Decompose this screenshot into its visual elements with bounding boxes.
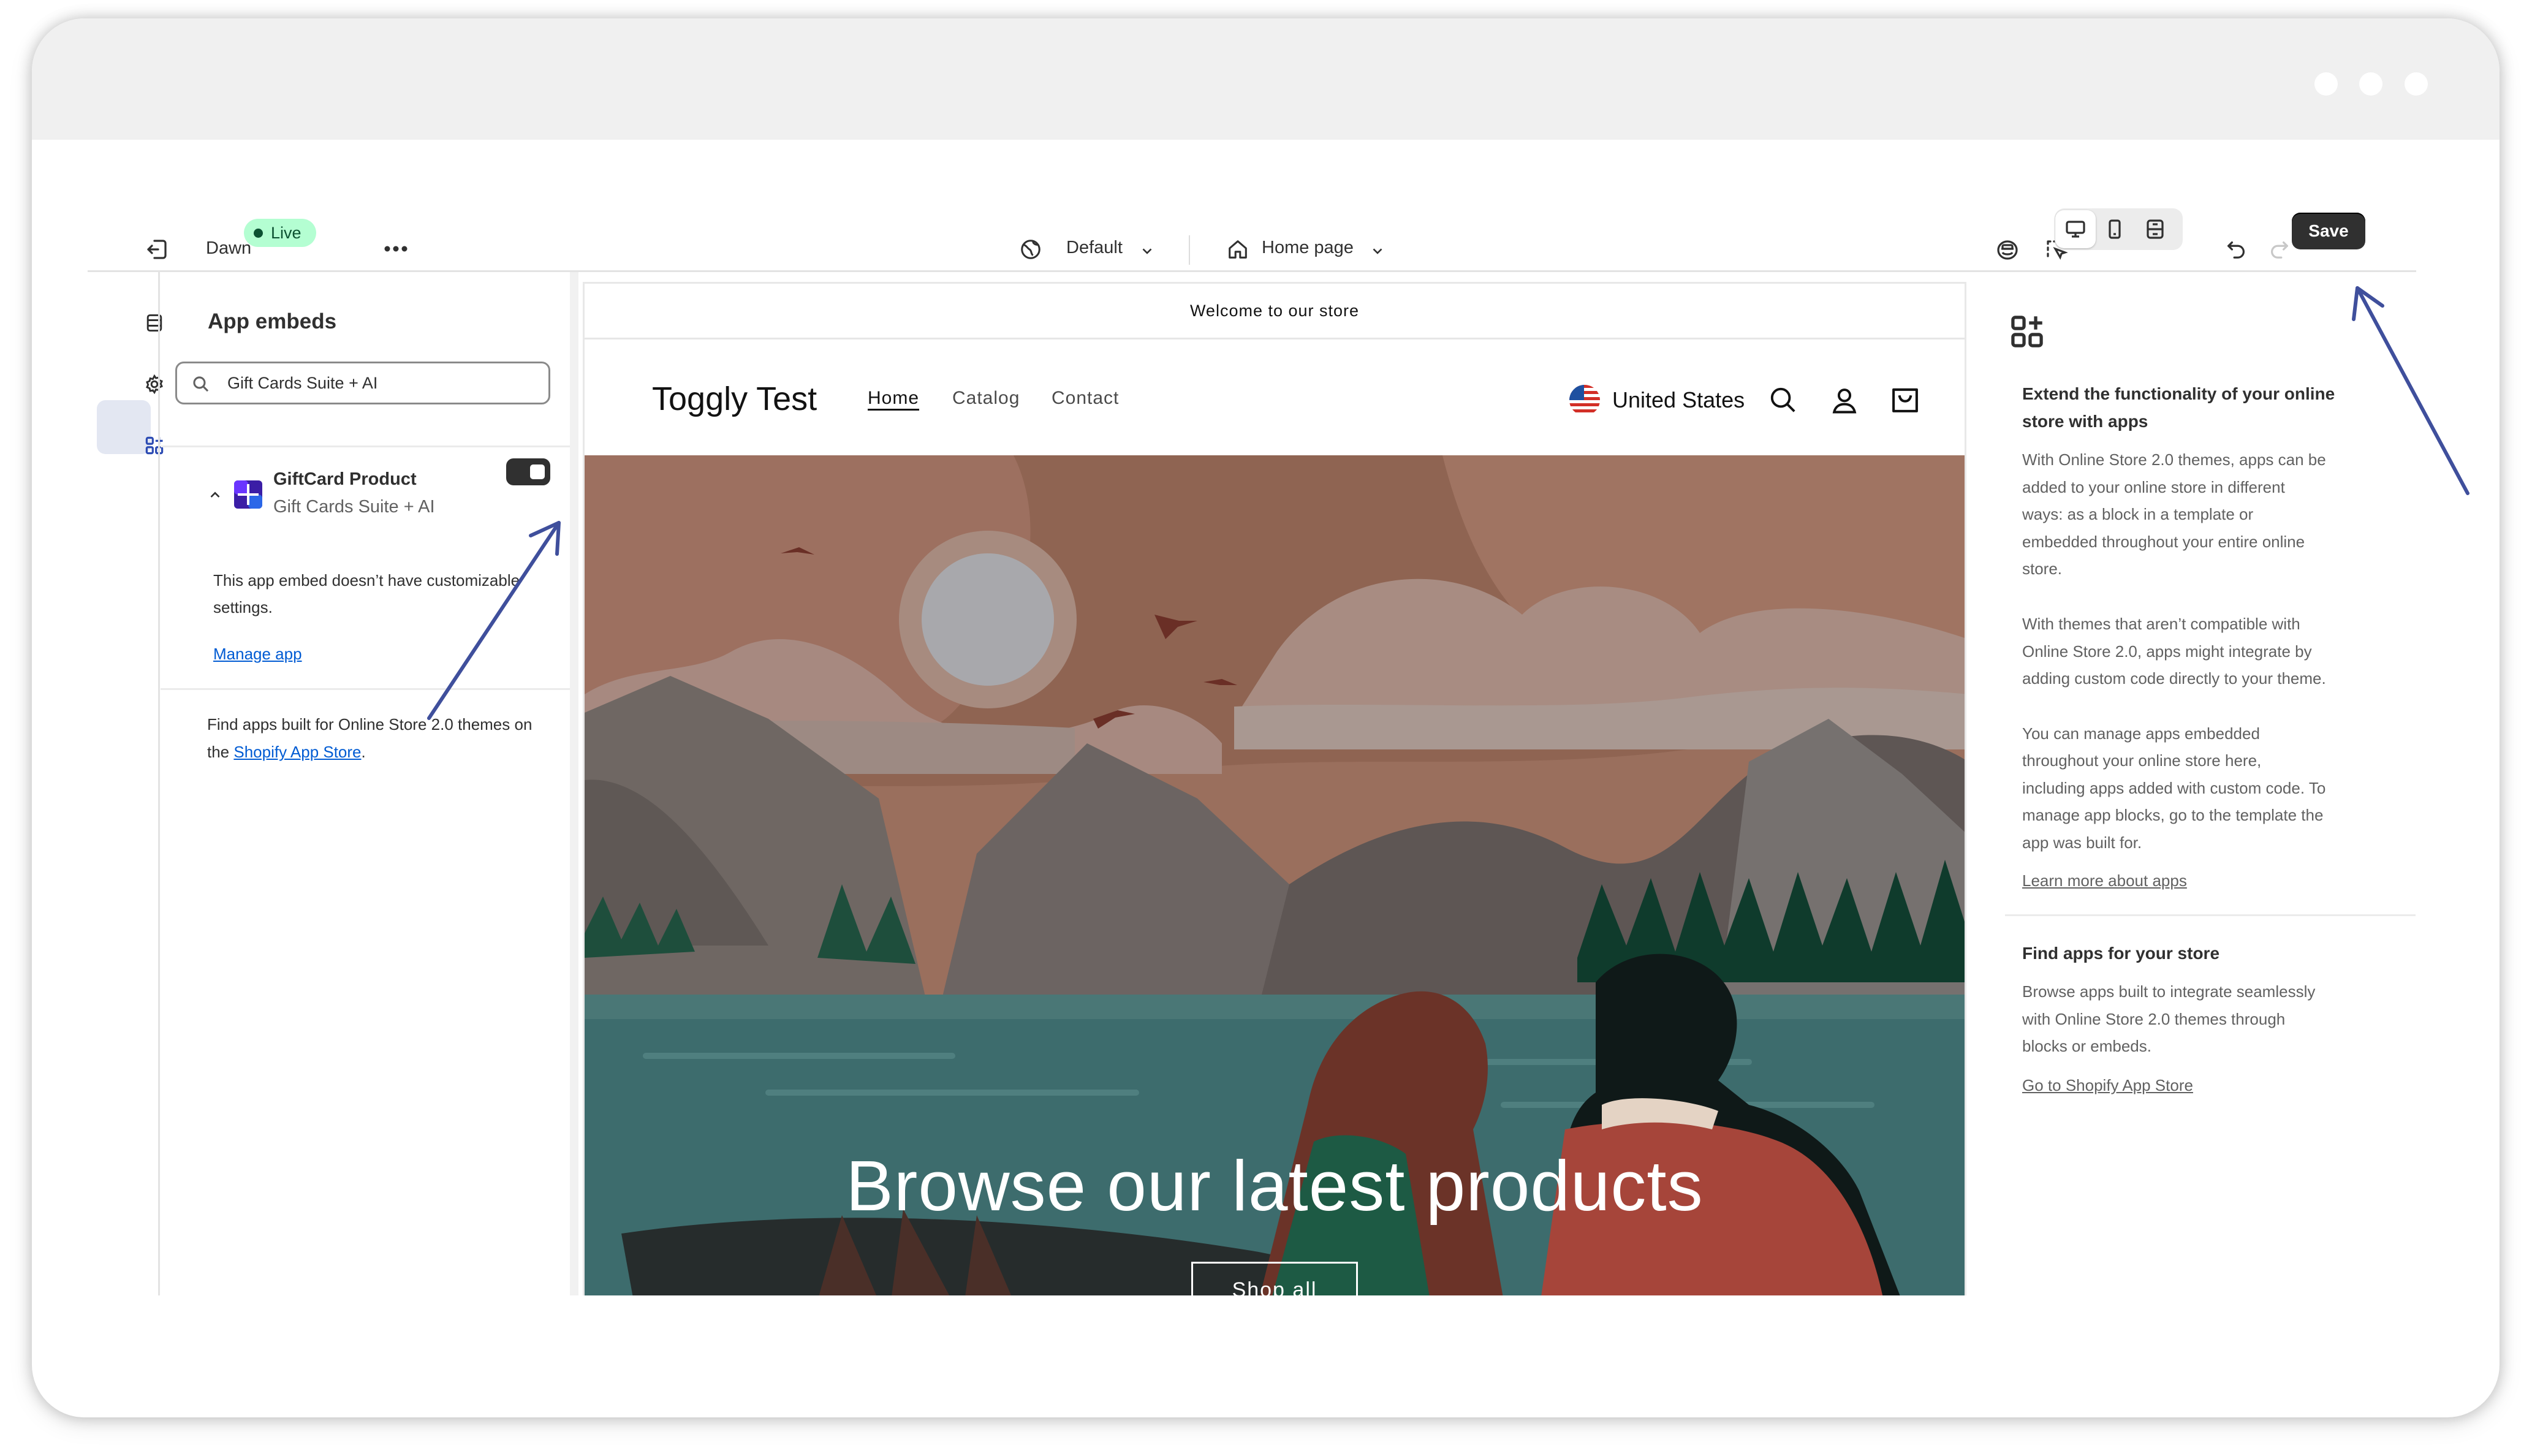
mobile-view-icon[interactable]	[2102, 217, 2127, 241]
cart-icon[interactable]	[1889, 383, 1922, 416]
toggle-knob	[530, 464, 545, 479]
collapse-chevron-icon[interactable]	[207, 487, 223, 502]
app-note-line2: settings.	[213, 598, 273, 616]
template-selector[interactable]: Home page	[1226, 237, 1398, 264]
manage-app-link[interactable]: Manage app	[213, 640, 302, 667]
app-vendor: Gift Cards Suite + AI	[273, 497, 435, 517]
para3-line4: manage app blocks, go to the template th…	[2022, 806, 2324, 824]
topbar-divider-line	[88, 270, 2416, 272]
extend-title-line1: Extend the functionality of your online	[2022, 384, 2335, 403]
para1-line4: embedded throughout your entire online	[2022, 533, 2305, 551]
chevron-down-icon	[1142, 248, 1152, 254]
template-label: Home page	[1262, 238, 1354, 257]
para2-line3: adding custom code directly to your them…	[2022, 669, 2326, 688]
para4-line1: Browse apps built to integrate seamlessl…	[2022, 982, 2316, 1001]
nav-link-home[interactable]: Home	[868, 388, 919, 409]
announcement-bar: Welcome to our store	[585, 284, 1965, 339]
save-button[interactable]: Save	[2292, 213, 2365, 249]
para3-line3: including apps added with custom code. T…	[2022, 779, 2326, 797]
para1-line3: ways: as a block in a template or	[2022, 505, 2254, 523]
shopify-app-store-link[interactable]: Shopify App Store	[233, 743, 361, 761]
find-apps-text-line2: the Shopify App Store.	[207, 738, 366, 765]
find-apps-text: Find apps built for Online Store 2.0 the…	[207, 715, 533, 734]
giftcard-app-logo-icon	[234, 480, 262, 509]
window-dot[interactable]	[2405, 72, 2428, 96]
right-panel-divider	[2005, 914, 2416, 916]
theme-app-icon[interactable]	[1995, 238, 2020, 262]
find-apps-suffix: .	[361, 743, 366, 761]
window-title-bar	[32, 18, 2500, 140]
exit-icon[interactable]	[145, 237, 169, 262]
country-selector[interactable]: United States	[1612, 387, 1745, 413]
redo-icon[interactable]	[2267, 238, 2291, 261]
ellipsis-icon	[384, 246, 407, 252]
undo-icon[interactable]	[2225, 238, 2248, 261]
para2-line1: With themes that aren’t compatible with	[2022, 615, 2300, 633]
hero-title: Browse our latest products	[846, 1146, 1704, 1226]
para4-line2: with Online Store 2.0 themes through	[2022, 1010, 2286, 1028]
fullscreen-view-icon[interactable]	[2143, 217, 2167, 241]
find-apps-prefix: the	[207, 743, 234, 761]
live-status-badge: Live	[244, 219, 316, 247]
panel-divider-vertical	[570, 272, 578, 1295]
nav-link-catalog[interactable]: Catalog	[952, 388, 1020, 409]
search-icon[interactable]	[1767, 384, 1799, 416]
store-logo-text[interactable]: Toggly Test	[652, 380, 817, 418]
live-dot-icon	[254, 229, 263, 238]
panel-divider	[161, 446, 570, 447]
globe-icon	[1021, 240, 1040, 259]
topbar-divider	[1189, 235, 1190, 265]
app-embeds-nav-active	[97, 400, 151, 454]
go-to-app-store-link[interactable]: Go to Shopify App Store	[2022, 1072, 2193, 1099]
para3-line2: throughout your online store here,	[2022, 751, 2262, 770]
search-input[interactable]	[227, 370, 534, 396]
para1-line1: With Online Store 2.0 themes, apps can b…	[2022, 450, 2326, 469]
live-badge-label: Live	[271, 224, 301, 242]
search-icon	[193, 376, 209, 392]
theme-name: Dawn	[206, 238, 252, 258]
window-dot[interactable]	[2314, 72, 2338, 96]
find-apps-title: Find apps for your store	[2022, 944, 2220, 963]
rail-divider	[158, 272, 160, 1295]
locale-label: Default	[1066, 238, 1123, 257]
para4-line3: blocks or embeds.	[2022, 1037, 2151, 1055]
learn-more-apps-link[interactable]: Learn more about apps	[2022, 867, 2187, 895]
more-actions-button[interactable]	[382, 240, 409, 257]
desktop-view-icon[interactable]	[2063, 217, 2088, 241]
app-note-line1: This app embed doesn’t have customizable	[213, 571, 520, 590]
para3-line5: app was built for.	[2022, 833, 2142, 852]
shop-all-button[interactable]: Shop all	[1191, 1262, 1358, 1295]
us-flag-icon	[1569, 385, 1600, 415]
app-name: GiftCard Product	[273, 469, 417, 489]
extend-title-line2: store with apps	[2022, 412, 2148, 431]
para2-line2: Online Store 2.0, apps might integrate b…	[2022, 642, 2312, 661]
app-embed-toggle[interactable]	[506, 458, 550, 485]
nav-link-contact[interactable]: Contact	[1052, 388, 1119, 409]
account-icon[interactable]	[1829, 384, 1860, 416]
gear-icon[interactable]	[143, 373, 165, 395]
para3-line1: You can manage apps embedded	[2022, 724, 2260, 743]
app-blocks-icon	[2007, 311, 2047, 352]
para1-line5: store.	[2022, 559, 2063, 578]
chevron-down-icon	[1373, 248, 1382, 254]
storefront-preview[interactable]: Welcome to our store Toggly Test Home Ca…	[583, 282, 1966, 1295]
window-dot[interactable]	[2359, 72, 2382, 96]
panel-title: App embeds	[208, 309, 337, 333]
home-icon	[1229, 240, 1247, 259]
search-field[interactable]	[175, 362, 550, 404]
panel-divider	[161, 688, 570, 690]
para1-line2: added to your online store in different	[2022, 478, 2285, 496]
sections-icon[interactable]	[143, 312, 165, 334]
